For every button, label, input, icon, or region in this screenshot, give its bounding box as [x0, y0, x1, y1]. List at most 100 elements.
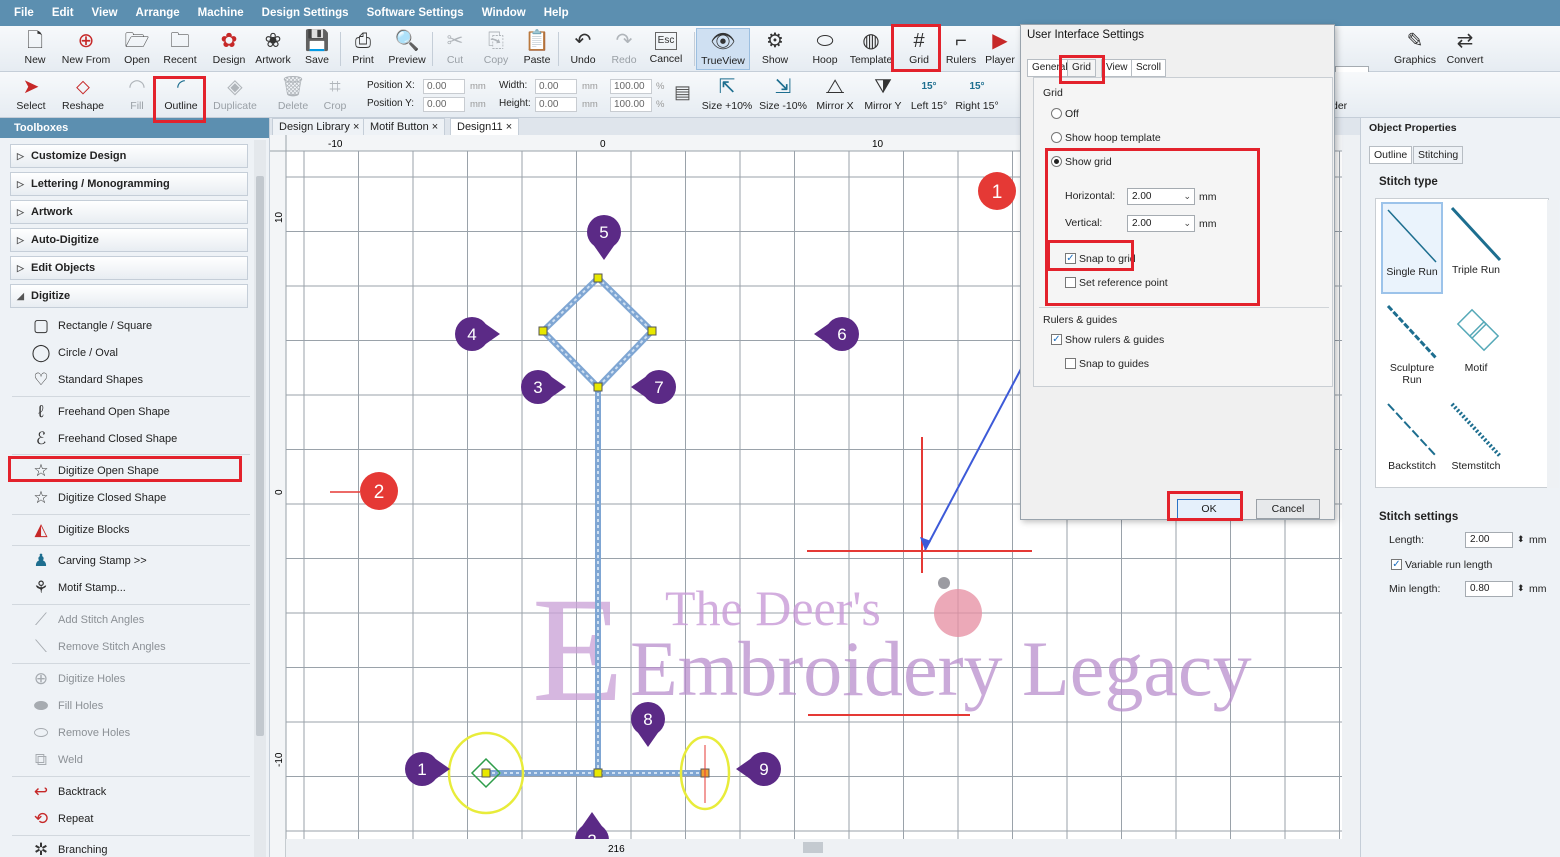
height-field[interactable]: 0.00 [535, 97, 577, 112]
spin-arrows-icon[interactable]: ⬍ [1517, 534, 1525, 545]
size-minus-button[interactable]: ⇲ Size -10% [756, 74, 810, 116]
menu-design-settings[interactable]: Design Settings [262, 7, 349, 19]
dialog-tab-scroll[interactable]: Scroll [1131, 59, 1167, 77]
menu-arrange[interactable]: Arrange [136, 7, 180, 19]
new-button[interactable]: 🗋 New [10, 28, 60, 70]
show-grid-radio[interactable] [1051, 156, 1062, 167]
hoop-button[interactable]: ⬭ Hoop [800, 28, 850, 70]
scale-height-field[interactable]: 100.00 [610, 97, 652, 112]
toolbox-artwork[interactable]: ▷ Artwork [10, 200, 248, 224]
tab-stitching[interactable]: Stitching [1413, 146, 1464, 164]
select-button[interactable]: ➤ Select [6, 74, 56, 116]
tab-design-library[interactable]: Design Library × [272, 118, 367, 135]
tool-remove-holes[interactable]: ⬭ Remove Holes [30, 721, 130, 745]
canvas-h-scroll-thumb[interactable] [803, 842, 823, 853]
rulers-button[interactable]: ⌐ Rulers [936, 28, 986, 70]
toolbox-scroll-thumb[interactable] [256, 176, 264, 736]
dialog-tab-general[interactable]: General [1027, 59, 1073, 77]
dialog-tab-grid[interactable]: Grid [1067, 59, 1096, 77]
tool-digitize-blocks[interactable]: ◭ Digitize Blocks [30, 518, 129, 542]
stitch-list-scrollbar[interactable] [1547, 200, 1559, 488]
position-y-field[interactable]: 0.00 [423, 97, 465, 112]
spin-arrows-icon[interactable]: ⬍ [1517, 583, 1525, 594]
ok-button[interactable]: OK [1177, 499, 1241, 519]
tab-design11[interactable]: Design11 × [450, 118, 520, 135]
vertical-spacing-combo[interactable]: 2.00 ⌄ [1127, 215, 1195, 232]
paste-button[interactable]: 📋 Paste [512, 28, 562, 70]
mirror-x-button[interactable]: ⧍ Mirror X [810, 74, 860, 116]
trueview-button[interactable]: 👁 TrueView [696, 28, 750, 70]
rotate-right-button[interactable]: 15° Right 15° [952, 74, 1002, 116]
menu-help[interactable]: Help [544, 7, 569, 19]
design-button[interactable]: ✿ Design [204, 28, 254, 70]
menu-software-settings[interactable]: Software Settings [367, 7, 464, 19]
min-length-spinner[interactable]: 0.80 [1465, 581, 1513, 597]
mirror-y-button[interactable]: ⧩ Mirror Y [858, 74, 908, 116]
variable-run-checkbox[interactable]: ✓ [1391, 559, 1402, 570]
template-button[interactable]: ◍ Template [846, 28, 896, 70]
tool-digitize-open-shape[interactable]: ☆ Digitize Open Shape [30, 459, 159, 483]
fill-button[interactable]: ◠ Fill [112, 74, 162, 116]
show-rulers-checkbox[interactable]: ✓ [1051, 334, 1062, 345]
tool-rectangle[interactable]: ▢ Rectangle / Square [30, 314, 152, 338]
recent-button[interactable]: 🗀 Recent [155, 28, 205, 70]
menu-view[interactable]: View [92, 7, 118, 19]
stitch-backstitch[interactable]: Backstitch [1381, 398, 1443, 490]
reshape-button[interactable]: ⬦ Reshape [58, 74, 108, 116]
menu-edit[interactable]: Edit [52, 7, 74, 19]
graphics-button[interactable]: ✎ Graphics [1390, 28, 1440, 70]
stitch-stemstitch[interactable]: Stemstitch [1445, 398, 1507, 490]
cancel-button[interactable]: Esc Cancel [641, 28, 691, 70]
toolbox-digitize[interactable]: ◢ Digitize [10, 284, 248, 308]
snap-to-grid-checkbox[interactable]: ✓ [1065, 253, 1076, 264]
player-button[interactable]: ▶ Player [980, 28, 1020, 70]
tool-remove-stitch-angles[interactable]: ⟍ Remove Stitch Angles [30, 635, 166, 659]
stitch-sculpture-run[interactable]: Sculpture Run [1381, 300, 1443, 392]
menu-machine[interactable]: Machine [198, 7, 244, 19]
tab-motif-button[interactable]: Motif Button × [363, 118, 446, 135]
tool-motif-stamp[interactable]: ⚘ Motif Stamp... [30, 576, 125, 600]
tool-fill-holes[interactable]: ⬬ Fill Holes [30, 694, 104, 718]
length-spinner[interactable]: 2.00 [1465, 532, 1513, 548]
tool-carving-stamp[interactable]: ♟ Carving Stamp >> [30, 549, 146, 573]
tool-add-stitch-angles[interactable]: ⟋ Add Stitch Angles [30, 608, 144, 632]
cancel-dialog-button[interactable]: Cancel [1256, 499, 1320, 519]
menu-file[interactable]: File [14, 7, 34, 19]
toolbox-auto-digitize[interactable]: ▷ Auto-Digitize [10, 228, 248, 252]
tool-freehand-open[interactable]: ℓ Freehand Open Shape [30, 400, 170, 424]
convert-button[interactable]: ⇄ Convert [1440, 28, 1490, 70]
artwork-button[interactable]: ❀ Artwork [248, 28, 298, 70]
show-button[interactable]: ⚙ Show [750, 28, 800, 70]
rotate-left-button[interactable]: 15° Left 15° [904, 74, 954, 116]
tool-backtrack[interactable]: ↩ Backtrack [30, 780, 106, 804]
duplicate-button[interactable]: ◈ Duplicate [210, 74, 260, 116]
print-button[interactable]: ⎙ Print [338, 28, 388, 70]
stitch-single-run[interactable]: Single Run [1381, 202, 1443, 294]
show-hoop-template-radio[interactable] [1051, 132, 1062, 143]
new-from-button[interactable]: ⊕ New From [58, 28, 114, 70]
position-x-field[interactable]: 0.00 [423, 79, 465, 94]
menu-window[interactable]: Window [482, 7, 526, 19]
save-button[interactable]: 💾 Save [292, 28, 342, 70]
width-field[interactable]: 0.00 [535, 79, 577, 94]
horizontal-spacing-combo[interactable]: 2.00 ⌄ [1127, 188, 1195, 205]
set-reference-point-checkbox[interactable] [1065, 277, 1076, 288]
crop-button[interactable]: ⌗ Crop [310, 74, 360, 116]
size-plus-button[interactable]: ⇱ Size +10% [700, 74, 754, 116]
tool-branching[interactable]: ✲ Branching [30, 838, 108, 857]
stitch-motif[interactable]: Motif [1445, 300, 1507, 392]
scale-width-field[interactable]: 100.00 [610, 79, 652, 94]
tool-circle[interactable]: ◯ Circle / Oval [30, 341, 117, 365]
tab-outline[interactable]: Outline [1369, 146, 1413, 164]
outline-button[interactable]: ◜ Outline [156, 74, 206, 116]
toolbox-lettering[interactable]: ▷ Lettering / Monogramming [10, 172, 248, 196]
toolbox-customize-design[interactable]: ▷ Customize Design [10, 144, 248, 168]
tool-standard-shapes[interactable]: ♡ Standard Shapes [30, 368, 143, 392]
lock-proportions-icon[interactable]: ▤ [674, 82, 691, 103]
stitch-triple-run[interactable]: Triple Run [1445, 202, 1507, 294]
dialog-tab-view[interactable]: View [1101, 59, 1133, 77]
snap-to-guides-checkbox[interactable] [1065, 358, 1076, 369]
grid-off-radio[interactable] [1051, 108, 1062, 119]
toolbox-edit-objects[interactable]: ▷ Edit Objects [10, 256, 248, 280]
tool-digitize-holes[interactable]: ⊕ Digitize Holes [30, 667, 125, 691]
